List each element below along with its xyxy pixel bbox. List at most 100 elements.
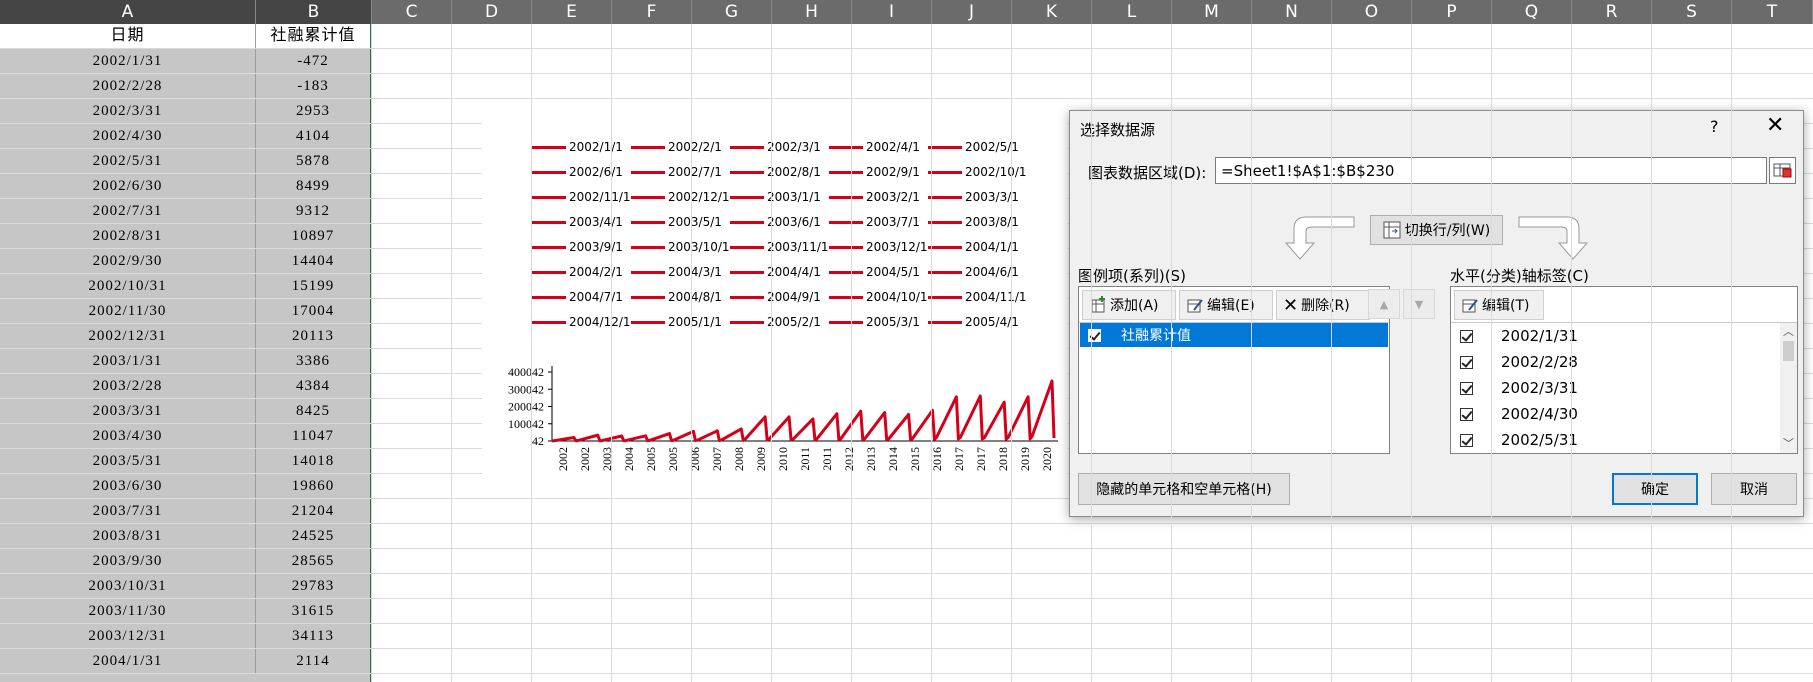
cell-value[interactable]: -183 <box>256 74 372 98</box>
column-header-G[interactable]: G <box>692 0 772 24</box>
axis-label-checkbox[interactable] <box>1460 329 1473 343</box>
scroll-up-icon[interactable]: ︿ <box>1783 323 1794 339</box>
delete-series-button[interactable]: ✕ 删除(R) <box>1276 290 1370 320</box>
cell-date[interactable]: 2003/1/31 <box>0 349 256 373</box>
scroll-thumb[interactable] <box>1783 341 1794 361</box>
column-header-S[interactable]: S <box>1652 0 1732 24</box>
cell-value[interactable]: 24525 <box>256 524 372 548</box>
cell-date[interactable]: 2002/1/31 <box>0 49 256 73</box>
cell-date[interactable]: 2002/4/30 <box>0 124 256 148</box>
cell-value[interactable]: 2114 <box>256 649 372 673</box>
cell-value[interactable]: 8425 <box>256 399 372 423</box>
hidden-empty-cells-button[interactable]: 隐藏的单元格和空单元格(H) <box>1078 473 1290 505</box>
cell-date[interactable]: 2003/5/31 <box>0 449 256 473</box>
cell-date[interactable]: 2003/11/30 <box>0 599 256 623</box>
cell-value[interactable]: 19860 <box>256 474 372 498</box>
cell-date[interactable]: 2002/12/31 <box>0 324 256 348</box>
help-button[interactable]: ? <box>1710 117 1719 136</box>
series-list[interactable]: 社融累计值 <box>1080 323 1388 347</box>
move-up-button[interactable]: ▲ <box>1368 289 1400 319</box>
edit-axis-button[interactable]: 编辑(T) <box>1454 290 1544 320</box>
column-header-T[interactable]: T <box>1732 0 1813 24</box>
axis-label-item[interactable]: 2002/3/31 <box>1452 375 1778 401</box>
cell-date[interactable]: 2003/10/31 <box>0 574 256 598</box>
column-header-N[interactable]: N <box>1252 0 1332 24</box>
column-header-C[interactable]: C <box>372 0 452 24</box>
cell-date[interactable]: 2003/8/31 <box>0 524 256 548</box>
header-date[interactable]: 日期 <box>0 24 256 48</box>
column-header-D[interactable]: D <box>452 0 532 24</box>
cell-value[interactable]: 4384 <box>256 374 372 398</box>
close-button[interactable]: ✕ <box>1766 113 1784 138</box>
axis-label-checkbox[interactable] <box>1460 381 1473 395</box>
axis-label-list[interactable]: 2002/1/31 2002/2/28 2002/3/31 2002/4/30 2002… <box>1452 323 1778 453</box>
cell-value[interactable]: 3386 <box>256 349 372 373</box>
column-header-O[interactable]: O <box>1332 0 1412 24</box>
column-header-E[interactable]: E <box>532 0 612 24</box>
cell-date[interactable]: 2003/12/31 <box>0 624 256 648</box>
add-series-button[interactable]: 添加(A) <box>1082 290 1176 320</box>
cell-value[interactable]: 2953 <box>256 99 372 123</box>
column-header-R[interactable]: R <box>1572 0 1652 24</box>
column-header-M[interactable]: M <box>1172 0 1252 24</box>
cell-date[interactable]: 2003/3/31 <box>0 399 256 423</box>
axis-label-checkbox[interactable] <box>1460 407 1473 421</box>
cell-date[interactable]: 2002/10/31 <box>0 274 256 298</box>
axis-list-scrollbar[interactable]: ︿ ﹀ <box>1780 323 1797 453</box>
cell-date[interactable]: 2003/9/30 <box>0 549 256 573</box>
scroll-down-icon[interactable]: ﹀ <box>1783 435 1794 451</box>
axis-label-checkbox[interactable] <box>1460 355 1473 369</box>
axis-label-item[interactable]: 2002/4/30 <box>1452 401 1778 427</box>
axis-label-checkbox[interactable] <box>1460 433 1473 447</box>
column-header-A[interactable]: A <box>0 0 256 24</box>
cell-value[interactable]: 10897 <box>256 224 372 248</box>
cell-value[interactable]: 34113 <box>256 624 372 648</box>
cell-date[interactable]: 2004/1/31 <box>0 649 256 673</box>
cell-date[interactable]: 2002/2/28 <box>0 74 256 98</box>
cell-date[interactable]: 2002/8/31 <box>0 224 256 248</box>
cell-value[interactable]: 11047 <box>256 424 372 448</box>
column-header-K[interactable]: K <box>1012 0 1092 24</box>
cell-value[interactable]: 15199 <box>256 274 372 298</box>
ok-button[interactable]: 确定 <box>1612 473 1698 505</box>
cell-date[interactable]: 2003/6/30 <box>0 474 256 498</box>
cell-value[interactable]: 14018 <box>256 449 372 473</box>
cell-value[interactable]: 20113 <box>256 324 372 348</box>
column-header-J[interactable]: J <box>932 0 1012 24</box>
cell-value[interactable]: 29783 <box>256 574 372 598</box>
cell-value[interactable]: 17004 <box>256 299 372 323</box>
cell-date[interactable]: 2003/2/28 <box>0 374 256 398</box>
cell-value[interactable]: 8499 <box>256 174 372 198</box>
cell-date[interactable]: 2003/4/30 <box>0 424 256 448</box>
axis-label-item[interactable]: 2002/5/31 <box>1452 427 1778 453</box>
column-header-P[interactable]: P <box>1412 0 1492 24</box>
column-header-B[interactable]: B <box>256 0 372 24</box>
range-picker-button[interactable] <box>1769 157 1796 184</box>
series-item[interactable]: 社融累计值 <box>1080 323 1388 347</box>
cell-value[interactable]: 21204 <box>256 499 372 523</box>
edit-series-button[interactable]: 编辑(E) <box>1179 290 1273 320</box>
axis-label-item[interactable]: 2002/2/28 <box>1452 349 1778 375</box>
cell-value[interactable]: 4104 <box>256 124 372 148</box>
column-header-F[interactable]: F <box>612 0 692 24</box>
cell-date[interactable]: 2002/11/30 <box>0 299 256 323</box>
cell-date[interactable]: 2002/7/31 <box>0 199 256 223</box>
spreadsheet[interactable]: ABCDEFGHIJKLMNOPQRST 日期 社融累计值 2002/1/31 -47… <box>0 0 1813 682</box>
column-header-Q[interactable]: Q <box>1492 0 1572 24</box>
cell-date[interactable]: 2002/3/31 <box>0 99 256 123</box>
cell-value[interactable]: 5878 <box>256 149 372 173</box>
cell-value[interactable]: -472 <box>256 49 372 73</box>
cell-date[interactable]: 2002/5/31 <box>0 149 256 173</box>
cell-value[interactable]: 14404 <box>256 249 372 273</box>
column-header-I[interactable]: I <box>852 0 932 24</box>
cancel-button[interactable]: 取消 <box>1711 473 1797 505</box>
cell-value[interactable]: 28565 <box>256 549 372 573</box>
axis-label-item[interactable]: 2002/1/31 <box>1452 323 1778 349</box>
cell-value[interactable]: 9312 <box>256 199 372 223</box>
column-header-L[interactable]: L <box>1092 0 1172 24</box>
move-down-button[interactable]: ▼ <box>1403 289 1435 319</box>
series-checkbox[interactable] <box>1088 328 1101 342</box>
cell-date[interactable]: 2002/6/30 <box>0 174 256 198</box>
line-chart[interactable]: 2002/1/1 2002/2/1 2002/3/1 2002/4/1 2002/5/1… <box>482 122 1068 490</box>
cell-date[interactable]: 2002/9/30 <box>0 249 256 273</box>
